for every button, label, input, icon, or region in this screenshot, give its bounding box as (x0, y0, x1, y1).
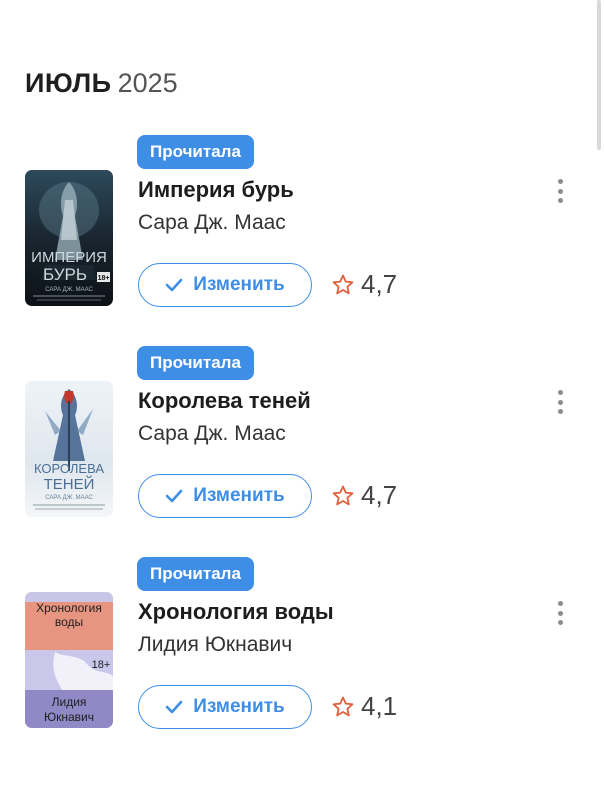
edit-button[interactable]: Изменить (138, 474, 312, 518)
cover-age-rating: 18+ (98, 275, 110, 282)
cover-title-line1: КОРОЛЕВА (34, 461, 104, 476)
rating-value: 4,7 (361, 480, 398, 510)
book-author[interactable]: Сара Дж. Маас (138, 422, 286, 446)
edit-button-label: Изменить (193, 274, 285, 295)
rating-value: 4,7 (361, 269, 398, 299)
cover-author: САРА ДЖ. МААС (45, 495, 93, 501)
cover-author-line2: Юкнавич (44, 710, 94, 724)
scrollbar[interactable] (597, 0, 601, 150)
more-vertical-icon[interactable] (550, 388, 570, 416)
cover-title-line2: БУРЬ (43, 265, 87, 284)
edit-button-label: Изменить (193, 485, 285, 506)
star-outline-icon (331, 695, 355, 719)
section-month: ИЮЛЬ (25, 68, 112, 98)
book-rating: 4,1 (331, 691, 397, 722)
book-title[interactable]: Империя бурь (138, 177, 294, 203)
status-badge: Прочитала (137, 557, 254, 591)
check-icon (165, 700, 183, 714)
more-vertical-icon[interactable] (550, 599, 570, 627)
book-item: Прочитала ИМПЕРИЯ БУРЬ САРА ДЖ. МААС 18+… (0, 135, 604, 325)
book-rating: 4,7 (331, 480, 397, 511)
star-outline-icon (331, 273, 355, 297)
book-title[interactable]: Королева теней (138, 388, 311, 414)
cover-author-line1: Лидия (52, 695, 87, 709)
section-year: 2025 (117, 68, 178, 98)
book-author[interactable]: Лидия Юкнавич (138, 633, 292, 657)
book-cover[interactable]: Хронология воды 18+ Лидия Юкнавич (25, 592, 113, 728)
edit-button[interactable]: Изменить (138, 263, 312, 307)
section-header: ИЮЛЬ 2025 (25, 66, 178, 100)
book-cover[interactable]: ИМПЕРИЯ БУРЬ САРА ДЖ. МААС 18+ (25, 170, 113, 306)
book-author[interactable]: Сара Дж. Маас (138, 211, 286, 235)
book-cover[interactable]: КОРОЛЕВА ТЕНЕЙ САРА ДЖ. МААС (25, 381, 113, 517)
check-icon (165, 278, 183, 292)
cover-title-line2: ТЕНЕЙ (44, 475, 95, 493)
edit-button[interactable]: Изменить (138, 685, 312, 729)
status-badge: Прочитала (137, 135, 254, 169)
status-badge: Прочитала (137, 346, 254, 380)
cover-title-line2: воды (55, 615, 83, 629)
cover-title-line1: Хронология (36, 601, 102, 615)
cover-age-rating: 18+ (92, 659, 111, 671)
rating-value: 4,1 (361, 691, 398, 721)
edit-button-label: Изменить (193, 696, 285, 717)
book-title[interactable]: Хронология воды (138, 599, 334, 625)
cover-author: САРА ДЖ. МААС (45, 287, 93, 293)
cover-title-line1: ИМПЕРИЯ (31, 249, 107, 266)
more-vertical-icon[interactable] (550, 177, 570, 205)
star-outline-icon (331, 484, 355, 508)
reading-list-page: ИЮЛЬ 2025 Прочитала ИМПЕРИЯ БУРЬ САРА ДЖ… (0, 0, 604, 800)
book-item: Прочитала Хронология воды 18+ Лидия Юкна… (0, 557, 604, 747)
check-icon (165, 489, 183, 503)
book-item: Прочитала КОРОЛЕВА ТЕНЕЙ САРА ДЖ. МААС К… (0, 346, 604, 536)
book-rating: 4,7 (331, 269, 397, 300)
